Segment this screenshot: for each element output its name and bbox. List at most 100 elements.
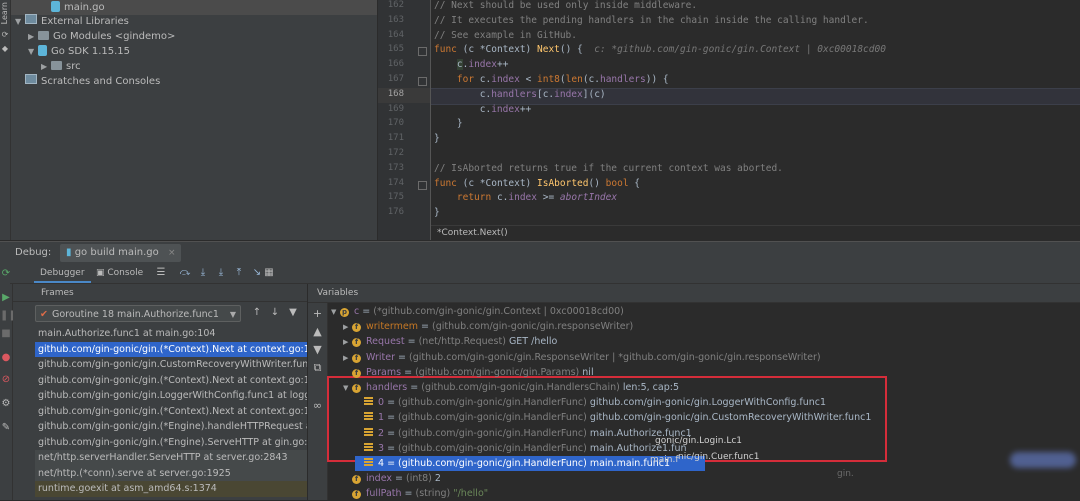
variable-row[interactable]: f index = (int8) 2 — [343, 471, 441, 486]
fold-marker-icon[interactable] — [418, 180, 427, 190]
chevron-down-icon[interactable]: ▼ — [15, 14, 25, 29]
chevron-right-icon[interactable]: ▶ — [28, 29, 38, 44]
frame-row[interactable]: github.com/gin-gonic/gin.(*Context).Next… — [35, 373, 307, 389]
scroll-up-icon[interactable]: ▲ — [310, 325, 325, 338]
chevron-right-icon[interactable]: ▶ — [343, 335, 352, 350]
chevron-down-icon[interactable]: ▼ — [343, 381, 352, 396]
arrow-down-icon[interactable]: ↓ — [269, 306, 281, 320]
code-token: () — [588, 177, 606, 189]
evaluate-expression-icon[interactable]: ▦ — [262, 266, 276, 280]
scroll-down-icon[interactable]: ▼ — [310, 343, 325, 356]
pause-icon[interactable]: ❚❚ — [0, 310, 17, 321]
step-over-icon[interactable]: ⤼ — [178, 266, 192, 280]
force-step-into-icon[interactable]: ⤓ — [214, 266, 228, 280]
frame-row[interactable]: runtime.goexit at asm_amd64.s:1374 — [35, 481, 307, 497]
mute-breakpoints-icon[interactable]: ⊘ — [0, 374, 12, 385]
code-token: int8 — [537, 74, 560, 85]
variable-row[interactable]: 3 = (github.com/gin-gonic/gin.HandlerFun… — [355, 441, 687, 456]
tree-item-label: Go Modules <gindemo> — [53, 31, 176, 42]
frame-row[interactable]: main.Authorize.func1 at main.go:104 — [35, 326, 307, 342]
variable-row[interactable]: ▼ f handlers = (github.com/gin-gonic/gin.H… — [343, 380, 679, 395]
line-number: 168 — [387, 88, 404, 99]
variable-type: (github.com/gin-gonic/gin.HandlerFunc) — [398, 427, 587, 439]
fold-marker-icon[interactable] — [418, 47, 427, 57]
close-icon[interactable]: × — [168, 248, 176, 258]
step-out-icon[interactable]: ⤒ — [232, 266, 246, 280]
tree-item[interactable]: main.go — [11, 0, 377, 15]
code-token: index — [508, 192, 537, 204]
code-token: *Context — [479, 44, 526, 56]
debug-session-tab[interactable]: ▮ go build main.go × — [60, 244, 182, 262]
variable-row[interactable]: ▶ f Writer = (github.com/gin-gonic/gin.Res… — [343, 350, 821, 365]
chevron-down-icon[interactable]: ▼ — [28, 44, 38, 59]
code-token: } — [434, 118, 463, 130]
refresh-icon[interactable]: ⟳ — [1, 30, 9, 39]
settings-icon[interactable]: ⚙ — [0, 398, 12, 409]
frame-row[interactable]: github.com/gin-gonic/gin.CustomRecoveryW… — [35, 357, 307, 373]
variable-row[interactable]: ▶ f Request = (net/http.Request) GET /hell… — [343, 334, 557, 349]
tree-item[interactable]: ▶ Go Modules <gindemo> — [11, 29, 377, 44]
tree-item[interactable]: ▼ Go SDK 1.15.15 — [11, 44, 377, 59]
code-line: } — [434, 133, 440, 144]
code-editor[interactable]: // Next should be used only inside middl… — [431, 0, 1080, 240]
show-watches-icon[interactable]: ∞ — [310, 399, 325, 412]
variable-row[interactable]: 1 = (github.com/gin-gonic/gin.HandlerFun… — [355, 410, 871, 425]
frame-row[interactable]: github.com/gin-gonic/gin.(*Engine).handl… — [35, 419, 307, 435]
variable-name: Writer — [366, 351, 395, 363]
variable-row[interactable]: 0 = (github.com/gin-gonic/gin.HandlerFun… — [355, 395, 826, 410]
stop-icon[interactable]: ■ — [0, 328, 12, 339]
frame-row[interactable]: github.com/gin-gonic/gin.(*Engine).Serve… — [35, 435, 307, 451]
step-into-icon[interactable]: ⤓ — [196, 266, 210, 280]
view-breakpoints-icon[interactable]: ● — [0, 352, 12, 363]
variable-name: handlers — [366, 382, 408, 393]
frame-row[interactable]: net/http.serverHandler.ServeHTTP at serv… — [35, 450, 307, 466]
variable-row[interactable]: ▼ p c = (*github.com/gin-gonic/gin.Context… — [331, 304, 624, 319]
code-line: // See example in GitHub. — [434, 30, 577, 41]
variable-value: 2 — [431, 473, 441, 485]
code-line: for c.index < int8(len(c.handlers)) { — [434, 74, 669, 85]
tree-item[interactable]: ▼ External Libraries — [11, 14, 377, 29]
new-watch-icon[interactable]: + — [310, 307, 325, 320]
variable-row[interactable]: f Params = (github.com/gin-gonic/gin.Para… — [343, 365, 594, 380]
menu-icon[interactable]: ☰ — [154, 266, 168, 280]
frame-row[interactable]: net/http.(*conn).serve at server.go:1925 — [35, 465, 307, 481]
chevron-down-icon[interactable]: ▼ — [331, 305, 340, 320]
code-token: IsAborted — [537, 177, 589, 189]
code-token: c: *github.com/gin-gonic/gin.Context | 0… — [594, 44, 886, 56]
resume-icon[interactable]: ▶ — [0, 292, 12, 303]
chevron-right-icon[interactable]: ▶ — [343, 320, 352, 335]
line-number: 162 — [387, 0, 404, 10]
list-item-icon — [364, 458, 373, 466]
variable-name: writermem — [366, 321, 418, 333]
code-line: // It executes the pending handlers in t… — [434, 15, 869, 26]
chevron-right-icon[interactable]: ▶ — [343, 351, 352, 366]
tree-item[interactable]: Scratches and Consoles — [11, 74, 377, 89]
frame-row[interactable]: github.com/gin-gonic/gin.LoggerWithConfi… — [35, 388, 307, 404]
filter-icon[interactable]: ▼ — [287, 306, 299, 320]
editor-breadcrumb[interactable]: *Context.Next() — [431, 225, 1080, 241]
frame-row[interactable]: github.com/gin-gonic/gin.(*Context).Next… — [35, 341, 307, 357]
equals-sign: = — [407, 382, 422, 393]
layers-icon[interactable]: ◆ — [1, 44, 9, 53]
variable-row[interactable]: ▶ f writermem = (github.com/gin-gonic/gin.… — [343, 319, 633, 334]
copy-icon[interactable]: ⧉ — [310, 361, 325, 375]
tab-console[interactable]: ▣ Console — [90, 264, 149, 283]
variable-row[interactable]: f fullPath = (string) "/hello" — [343, 486, 488, 501]
equals-sign: = — [395, 351, 409, 363]
variable-row[interactable]: 2 = (github.com/gin-gonic/gin.HandlerFun… — [355, 426, 692, 441]
fold-marker-icon[interactable] — [418, 77, 427, 86]
learn-tab[interactable]: Learn — [0, 2, 10, 24]
frame-row[interactable]: github.com/gin-gonic/gin.(*Context).Next… — [35, 404, 307, 420]
code-token: bool — [605, 177, 629, 189]
pin-icon[interactable]: ✎ — [0, 422, 12, 433]
variable-value: nil — [579, 366, 594, 378]
tree-item[interactable]: ▶ src — [11, 59, 377, 74]
line-number: 164 — [387, 29, 404, 40]
parameter-icon: p — [340, 308, 349, 317]
goroutine-select[interactable]: ✔ Goroutine 18 main.Authorize.func1 ▼ — [35, 305, 241, 322]
variable-type: (github.com/gin-gonic/gin.HandlerFunc) — [398, 412, 587, 424]
tab-debugger[interactable]: Debugger — [34, 264, 91, 283]
arrow-up-icon[interactable]: ↑ — [251, 306, 263, 320]
chevron-right-icon[interactable]: ▶ — [41, 59, 51, 74]
